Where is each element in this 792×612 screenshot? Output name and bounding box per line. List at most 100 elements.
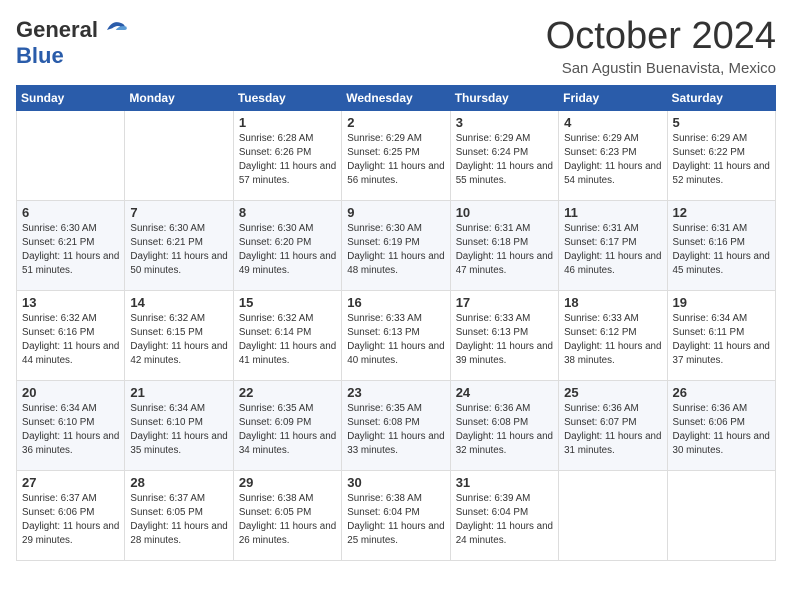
calendar-cell: 4 Sunrise: 6:29 AM Sunset: 6:23 PM Daylig… bbox=[559, 110, 667, 200]
header-sunday: Sunday bbox=[17, 85, 125, 110]
day-number: 10 bbox=[456, 205, 553, 220]
header-wednesday: Wednesday bbox=[342, 85, 450, 110]
calendar-cell: 13Sunrise: 6:32 AM Sunset: 6:16 PM Dayli… bbox=[17, 290, 125, 380]
cell-info: Sunrise: 6:30 AM Sunset: 6:20 PM Dayligh… bbox=[239, 222, 336, 279]
day-number: 3 bbox=[456, 115, 553, 130]
day-number: 26 bbox=[673, 385, 770, 400]
cell-info: Sunrise: 6:38 AM Sunset: 6:04 PM Dayligh… bbox=[347, 492, 444, 549]
cell-info: Sunrise: 6:32 AM Sunset: 6:16 PM Dayligh… bbox=[22, 312, 119, 369]
cell-info: Sunrise: 6:38 AM Sunset: 6:05 PM Dayligh… bbox=[239, 492, 336, 549]
cell-info: Sunrise: 6:36 AM Sunset: 6:06 PM Dayligh… bbox=[673, 402, 770, 459]
day-number: 1 bbox=[239, 115, 336, 130]
calendar-cell: 9 Sunrise: 6:30 AM Sunset: 6:19 PM Daylig… bbox=[342, 200, 450, 290]
calendar-cell: 18Sunrise: 6:33 AM Sunset: 6:12 PM Dayli… bbox=[559, 290, 667, 380]
cell-info: Sunrise: 6:35 AM Sunset: 6:08 PM Dayligh… bbox=[347, 402, 444, 459]
day-number: 22 bbox=[239, 385, 336, 400]
calendar-cell: 1 Sunrise: 6:28 AM Sunset: 6:26 PM Daylig… bbox=[233, 110, 341, 200]
logo: General Blue bbox=[16, 16, 128, 68]
header-row: SundayMondayTuesdayWednesdayThursdayFrid… bbox=[17, 85, 776, 110]
header-thursday: Thursday bbox=[450, 85, 558, 110]
calendar-cell: 19 Sunrise: 6:34 AM Sunset: 6:11 PM Dayli… bbox=[667, 290, 775, 380]
cell-info: Sunrise: 6:32 AM Sunset: 6:15 PM Dayligh… bbox=[130, 312, 227, 369]
logo-icon bbox=[100, 16, 128, 44]
day-number: 7 bbox=[130, 205, 227, 220]
week-row-0: 1 Sunrise: 6:28 AM Sunset: 6:26 PM Daylig… bbox=[17, 110, 776, 200]
calendar-cell: 25 Sunrise: 6:36 AM Sunset: 6:07 PM Dayli… bbox=[559, 380, 667, 470]
cell-info: Sunrise: 6:29 AM Sunset: 6:24 PM Dayligh… bbox=[456, 132, 553, 189]
cell-info: Sunrise: 6:33 AM Sunset: 6:12 PM Dayligh… bbox=[564, 312, 661, 369]
header-friday: Friday bbox=[559, 85, 667, 110]
cell-info: Sunrise: 6:37 AM Sunset: 6:06 PM Dayligh… bbox=[22, 492, 119, 549]
calendar-body: 1 Sunrise: 6:28 AM Sunset: 6:26 PM Daylig… bbox=[17, 110, 776, 560]
calendar-cell bbox=[667, 470, 775, 560]
day-number: 11 bbox=[564, 205, 661, 220]
cell-info: Sunrise: 6:28 AM Sunset: 6:26 PM Dayligh… bbox=[239, 132, 336, 189]
calendar-cell: 14 Sunrise: 6:32 AM Sunset: 6:15 PM Dayli… bbox=[125, 290, 233, 380]
day-number: 5 bbox=[673, 115, 770, 130]
calendar-cell: 21 Sunrise: 6:34 AM Sunset: 6:10 PM Dayli… bbox=[125, 380, 233, 470]
calendar-cell: 16Sunrise: 6:33 AM Sunset: 6:13 PM Dayli… bbox=[342, 290, 450, 380]
day-number: 21 bbox=[130, 385, 227, 400]
day-number: 19 bbox=[673, 295, 770, 310]
cell-info: Sunrise: 6:29 AM Sunset: 6:22 PM Dayligh… bbox=[673, 132, 770, 189]
cell-info: Sunrise: 6:31 AM Sunset: 6:18 PM Dayligh… bbox=[456, 222, 553, 279]
calendar-cell: 23Sunrise: 6:35 AM Sunset: 6:08 PM Dayli… bbox=[342, 380, 450, 470]
cell-info: Sunrise: 6:34 AM Sunset: 6:10 PM Dayligh… bbox=[22, 402, 119, 459]
day-number: 14 bbox=[130, 295, 227, 310]
calendar-cell: 10 Sunrise: 6:31 AM Sunset: 6:18 PM Dayli… bbox=[450, 200, 558, 290]
title-block: October 2024 San Agustin Buenavista, Mex… bbox=[546, 16, 776, 77]
day-number: 24 bbox=[456, 385, 553, 400]
week-row-1: 6 Sunrise: 6:30 AM Sunset: 6:21 PM Daylig… bbox=[17, 200, 776, 290]
day-number: 4 bbox=[564, 115, 661, 130]
calendar-cell: 15 Sunrise: 6:32 AM Sunset: 6:14 PM Dayli… bbox=[233, 290, 341, 380]
cell-info: Sunrise: 6:32 AM Sunset: 6:14 PM Dayligh… bbox=[239, 312, 336, 369]
week-row-2: 13Sunrise: 6:32 AM Sunset: 6:16 PM Dayli… bbox=[17, 290, 776, 380]
calendar-cell: 22 Sunrise: 6:35 AM Sunset: 6:09 PM Dayli… bbox=[233, 380, 341, 470]
cell-info: Sunrise: 6:35 AM Sunset: 6:09 PM Dayligh… bbox=[239, 402, 336, 459]
cell-info: Sunrise: 6:36 AM Sunset: 6:08 PM Dayligh… bbox=[456, 402, 553, 459]
cell-info: Sunrise: 6:39 AM Sunset: 6:04 PM Dayligh… bbox=[456, 492, 553, 549]
calendar-cell: 12 Sunrise: 6:31 AM Sunset: 6:16 PM Dayli… bbox=[667, 200, 775, 290]
calendar-cell: 8 Sunrise: 6:30 AM Sunset: 6:20 PM Daylig… bbox=[233, 200, 341, 290]
calendar-cell: 5 Sunrise: 6:29 AM Sunset: 6:22 PM Daylig… bbox=[667, 110, 775, 200]
calendar-cell: 26 Sunrise: 6:36 AM Sunset: 6:06 PM Dayli… bbox=[667, 380, 775, 470]
day-number: 12 bbox=[673, 205, 770, 220]
cell-info: Sunrise: 6:33 AM Sunset: 6:13 PM Dayligh… bbox=[347, 312, 444, 369]
day-number: 15 bbox=[239, 295, 336, 310]
calendar-cell: 27Sunrise: 6:37 AM Sunset: 6:06 PM Dayli… bbox=[17, 470, 125, 560]
week-row-3: 20 Sunrise: 6:34 AM Sunset: 6:10 PM Dayli… bbox=[17, 380, 776, 470]
calendar-cell: 17Sunrise: 6:33 AM Sunset: 6:13 PM Dayli… bbox=[450, 290, 558, 380]
header-monday: Monday bbox=[125, 85, 233, 110]
calendar-cell: 24 Sunrise: 6:36 AM Sunset: 6:08 PM Dayli… bbox=[450, 380, 558, 470]
day-number: 25 bbox=[564, 385, 661, 400]
cell-info: Sunrise: 6:34 AM Sunset: 6:10 PM Dayligh… bbox=[130, 402, 227, 459]
calendar: SundayMondayTuesdayWednesdayThursdayFrid… bbox=[16, 85, 776, 561]
calendar-cell: 2 Sunrise: 6:29 AM Sunset: 6:25 PM Daylig… bbox=[342, 110, 450, 200]
cell-info: Sunrise: 6:29 AM Sunset: 6:23 PM Dayligh… bbox=[564, 132, 661, 189]
calendar-header: SundayMondayTuesdayWednesdayThursdayFrid… bbox=[17, 85, 776, 110]
day-number: 28 bbox=[130, 475, 227, 490]
cell-info: Sunrise: 6:30 AM Sunset: 6:19 PM Dayligh… bbox=[347, 222, 444, 279]
day-number: 9 bbox=[347, 205, 444, 220]
calendar-cell bbox=[17, 110, 125, 200]
cell-info: Sunrise: 6:30 AM Sunset: 6:21 PM Dayligh… bbox=[22, 222, 119, 279]
day-number: 8 bbox=[239, 205, 336, 220]
calendar-cell: 20 Sunrise: 6:34 AM Sunset: 6:10 PM Dayli… bbox=[17, 380, 125, 470]
cell-info: Sunrise: 6:31 AM Sunset: 6:16 PM Dayligh… bbox=[673, 222, 770, 279]
location: San Agustin Buenavista, Mexico bbox=[546, 60, 776, 77]
day-number: 30 bbox=[347, 475, 444, 490]
calendar-cell: 11Sunrise: 6:31 AM Sunset: 6:17 PM Dayli… bbox=[559, 200, 667, 290]
day-number: 6 bbox=[22, 205, 119, 220]
day-number: 2 bbox=[347, 115, 444, 130]
calendar-cell: 3 Sunrise: 6:29 AM Sunset: 6:24 PM Daylig… bbox=[450, 110, 558, 200]
logo-blue-text: Blue bbox=[16, 43, 64, 68]
day-number: 20 bbox=[22, 385, 119, 400]
calendar-cell: 29Sunrise: 6:38 AM Sunset: 6:05 PM Dayli… bbox=[233, 470, 341, 560]
cell-info: Sunrise: 6:34 AM Sunset: 6:11 PM Dayligh… bbox=[673, 312, 770, 369]
cell-info: Sunrise: 6:36 AM Sunset: 6:07 PM Dayligh… bbox=[564, 402, 661, 459]
calendar-cell bbox=[559, 470, 667, 560]
calendar-cell: 31 Sunrise: 6:39 AM Sunset: 6:04 PM Dayli… bbox=[450, 470, 558, 560]
day-number: 31 bbox=[456, 475, 553, 490]
cell-info: Sunrise: 6:37 AM Sunset: 6:05 PM Dayligh… bbox=[130, 492, 227, 549]
cell-info: Sunrise: 6:29 AM Sunset: 6:25 PM Dayligh… bbox=[347, 132, 444, 189]
